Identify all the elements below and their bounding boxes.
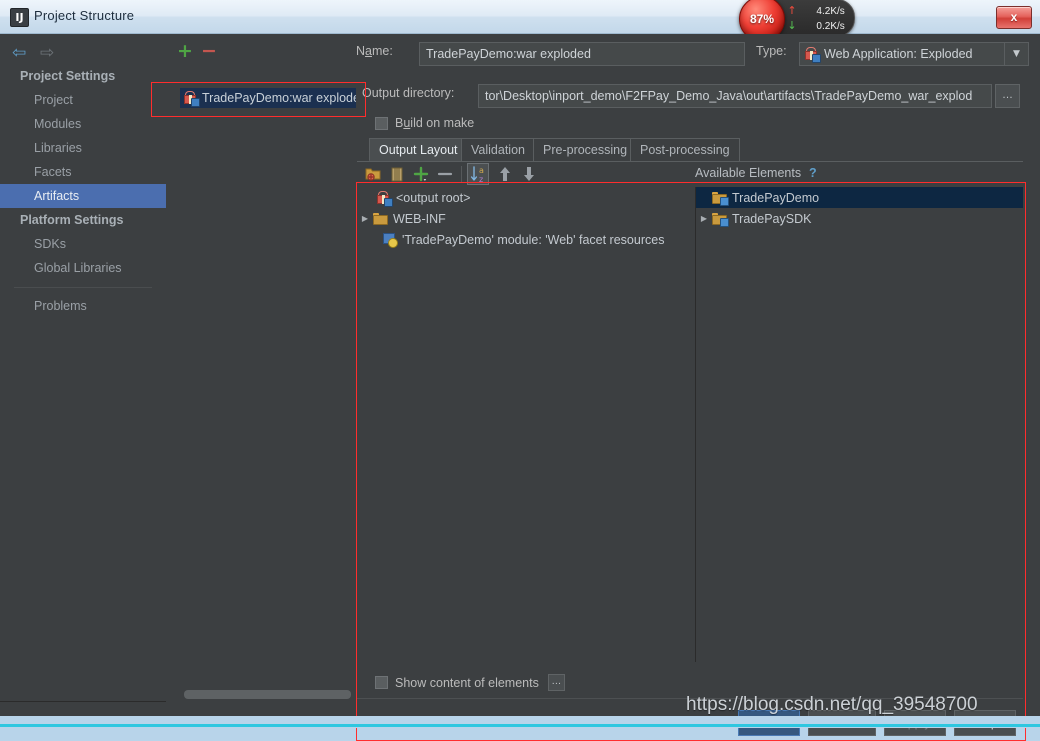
type-dropdown-value: Web Application: Exploded: [824, 47, 973, 61]
folder-icon: [373, 212, 388, 225]
sidebar-item-project[interactable]: Project: [0, 88, 166, 112]
tab-pre-processing[interactable]: Pre-processing: [533, 138, 638, 161]
tab-validation[interactable]: Validation: [461, 138, 535, 161]
window-titlebar: IJ Project Structure x: [0, 0, 1040, 34]
name-input[interactable]: TradePayDemo:war exploded: [419, 42, 745, 66]
browse-output-directory-button[interactable]: …: [995, 84, 1020, 108]
help-icon[interactable]: ?: [809, 166, 817, 180]
svg-text:z: z: [479, 175, 483, 184]
show-content-label: Show content of elements: [395, 675, 539, 690]
settings-sidebar: ⇦ ⇨ Project Settings Project Modules Lib…: [0, 34, 167, 728]
download-arrow-icon: ↓: [787, 19, 797, 32]
close-icon[interactable]: x: [996, 6, 1032, 29]
toolbar-divider: [461, 166, 462, 182]
artifact-gift-icon: [805, 47, 821, 63]
tree-row[interactable]: ▶ WEB-INF: [357, 208, 695, 229]
show-content-row[interactable]: Show content of elements …: [375, 674, 565, 691]
download-speed-row: ↓ 0.2K/s: [786, 18, 852, 33]
upload-arrow-icon: ↑: [787, 4, 797, 17]
available-elements-tree: TradePayDemo ▶ TradePaySDK: [696, 187, 1023, 662]
create-directory-icon[interactable]: [363, 164, 383, 184]
back-arrow-icon[interactable]: ⇦: [12, 42, 26, 64]
sidebar-item-sdks[interactable]: SDKs: [0, 232, 166, 256]
output-layout-tree: <output root> ▶ WEB-INF 'TradePayDemo' m…: [357, 187, 696, 662]
artifact-gift-icon: [184, 91, 200, 107]
tree-row[interactable]: 'TradePayDemo' module: 'Web' facet resou…: [357, 229, 695, 250]
build-on-make-label: Build on make: [395, 116, 475, 130]
upload-speed-row: ↑ 4.2K/s: [786, 3, 852, 18]
sidebar-item-global-libraries[interactable]: Global Libraries: [0, 256, 166, 280]
sidebar-item-problems[interactable]: Problems: [0, 294, 166, 318]
tree-row[interactable]: ▶ TradePaySDK: [696, 208, 1023, 229]
sidebar-divider: [14, 287, 152, 288]
sidebar-item-facets[interactable]: Facets: [0, 160, 166, 184]
forward-arrow-icon[interactable]: ⇨: [40, 42, 54, 64]
download-speed-value: 0.2K/s: [816, 21, 845, 32]
sidebar-item-modules[interactable]: Modules: [0, 112, 166, 136]
network-speed-widget[interactable]: 87% ↑ 4.2K/s ↓ 0.2K/s: [739, 0, 855, 42]
sidebar-bottom-divider: [0, 701, 166, 702]
artifact-gift-icon: [377, 190, 393, 207]
artifacts-horizontal-scrollbar[interactable]: [166, 687, 351, 701]
tree-row-label: 'TradePayDemo' module: 'Web' facet resou…: [402, 232, 665, 247]
library-folder-icon: [712, 191, 729, 206]
move-up-icon[interactable]: [495, 164, 515, 184]
sidebar-group-project-settings: Project Settings: [20, 69, 116, 83]
tree-row-label: TradePayDemo: [732, 190, 820, 205]
taskbar-accent-line: [0, 724, 1040, 727]
build-on-make-checkbox[interactable]: [375, 116, 388, 130]
tree-row[interactable]: TradePayDemo: [696, 187, 1023, 208]
available-elements-label: Available Elements: [695, 166, 802, 180]
sidebar-group-platform-settings: Platform Settings: [20, 213, 124, 227]
artifact-list-item-label: TradePayDemo:war exploded: [202, 91, 367, 105]
add-icon[interactable]: [411, 164, 431, 184]
layout-toolbar: a z Available Elements ?: [357, 161, 1023, 187]
chevron-down-icon[interactable]: ▼: [1004, 43, 1028, 65]
type-dropdown[interactable]: Web Application: Exploded ▼: [799, 42, 1029, 66]
tab-output-layout[interactable]: Output Layout: [369, 138, 468, 161]
svg-text:a: a: [479, 166, 484, 175]
editor-tabs: Output Layout Validation Pre-processing …: [357, 138, 1023, 162]
facet-icon: [383, 233, 398, 248]
intellij-idea-icon: IJ: [10, 8, 29, 27]
sort-alphabetically-icon[interactable]: a z: [467, 163, 489, 185]
scrollbar-thumb[interactable]: [184, 690, 351, 699]
tree-row-label: WEB-INF: [393, 211, 446, 226]
remove-artifact-button[interactable]: −: [201, 40, 217, 62]
watermark-text: https://blog.csdn.net/qq_39548700: [686, 694, 978, 715]
build-on-make-row[interactable]: Build on make: [375, 116, 474, 130]
library-folder-icon: [712, 212, 729, 227]
sidebar-nav-list: Project Settings Project Modules Librari…: [0, 64, 166, 318]
chevron-right-icon[interactable]: ▶: [696, 214, 712, 223]
artifact-list-item[interactable]: TradePayDemo:war exploded: [180, 88, 370, 108]
tab-post-processing[interactable]: Post-processing: [630, 138, 740, 161]
network-speed-rows: ↑ 4.2K/s ↓ 0.2K/s: [786, 3, 852, 33]
artifact-editor-panel: Name: TradePayDemo:war exploded Type: We…: [356, 34, 1040, 736]
output-directory-input[interactable]: tor\Desktop\inport_demo\F2FPay_Demo_Java…: [478, 84, 992, 108]
sidebar-item-artifacts[interactable]: Artifacts: [0, 184, 166, 208]
show-content-options-button[interactable]: …: [547, 674, 565, 691]
tree-row[interactable]: <output root>: [357, 187, 695, 208]
move-down-icon[interactable]: [519, 164, 539, 184]
sidebar-navigation: ⇦ ⇨: [12, 42, 72, 64]
show-content-checkbox[interactable]: [375, 676, 388, 689]
tree-row-label: <output root>: [396, 190, 471, 205]
sidebar-item-libraries[interactable]: Libraries: [0, 136, 166, 160]
tree-row-label: TradePaySDK: [732, 211, 812, 226]
artifacts-list-panel: + − TradePayDemo:war exploded: [166, 34, 370, 728]
create-archive-icon[interactable]: [387, 164, 407, 184]
output-directory-label: Output directory:: [362, 86, 455, 100]
remove-icon[interactable]: [435, 164, 455, 184]
chevron-right-icon[interactable]: ▶: [357, 214, 373, 223]
window-title: Project Structure: [34, 8, 135, 23]
name-field-label: Name:: [356, 44, 393, 58]
add-artifact-button[interactable]: +: [177, 40, 193, 62]
dialog-body: ⇦ ⇨ Project Settings Project Modules Lib…: [0, 34, 1040, 741]
project-structure-window: IJ Project Structure x 87% ↑ 4.2K/s ↓ 0.…: [0, 0, 1040, 741]
upload-speed-value: 4.2K/s: [816, 6, 845, 17]
type-field-label: Type:: [756, 44, 787, 58]
